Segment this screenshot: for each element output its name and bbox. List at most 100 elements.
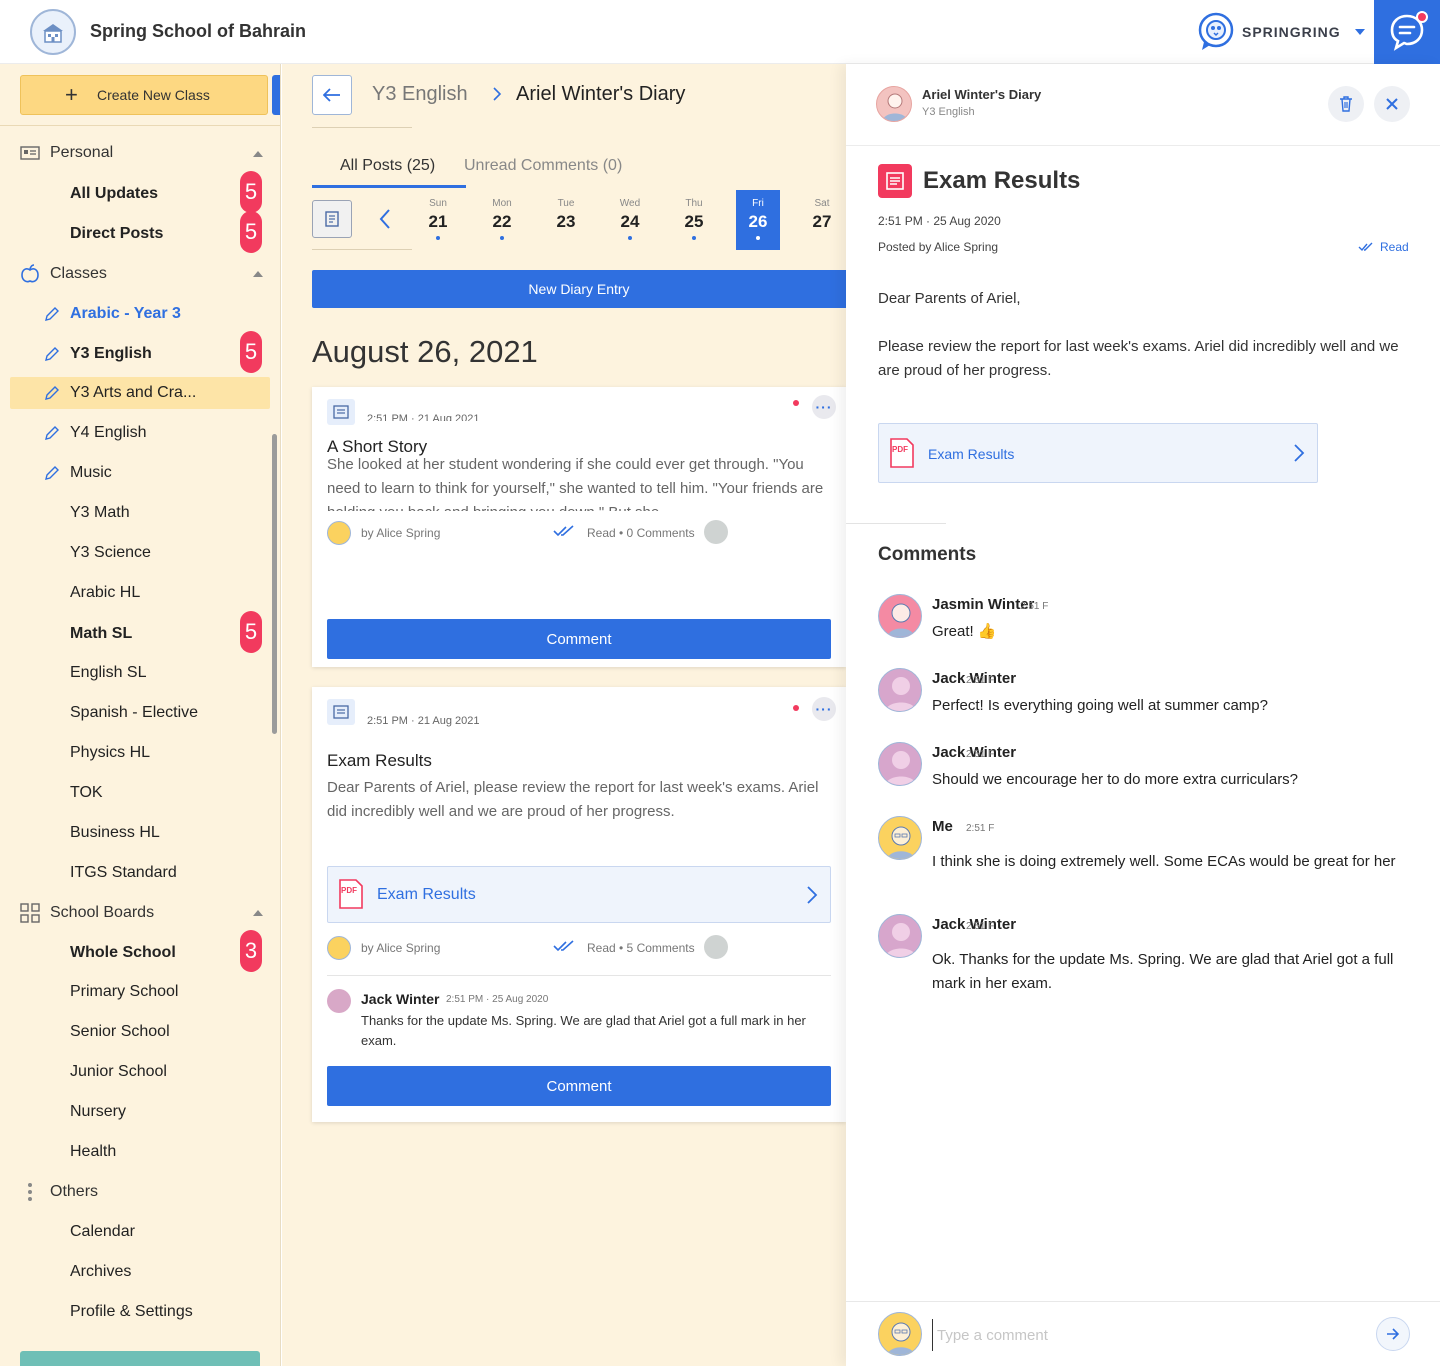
sidebar-item-arabic-hl[interactable]: Arabic HL — [10, 577, 270, 609]
commenter-avatar — [878, 816, 922, 860]
post-card[interactable]: 2:51 PM · 21 Aug 2021 ··· Exam Results D… — [312, 687, 846, 1122]
collapse-personal-icon[interactable] — [253, 151, 263, 157]
sidebar-item-all-updates[interactable]: All Updates — [10, 178, 270, 210]
sidebar-item-physics-hl[interactable]: Physics HL — [10, 737, 270, 769]
svg-text:PDF: PDF — [341, 886, 357, 895]
chevron-right-icon — [493, 87, 502, 101]
sidebar-item-y3-science[interactable]: Y3 Science — [10, 537, 270, 569]
school-building-icon — [43, 24, 63, 43]
create-options-button[interactable] — [272, 75, 280, 115]
section-classes-label: Classes — [50, 265, 107, 282]
sidebar-item-y3-english[interactable]: Y3 English — [10, 338, 270, 370]
day-name: Sat — [814, 198, 830, 209]
day-wed[interactable]: Wed 24 — [608, 190, 652, 250]
document-icon — [878, 164, 912, 198]
day-sun[interactable]: Sun 21 — [416, 190, 460, 250]
unread-badge: 5 — [240, 611, 262, 653]
sidebar-bottom-button[interactable] — [20, 1351, 260, 1366]
day-tue[interactable]: Tue 23 — [544, 190, 588, 250]
plus-icon: + — [65, 82, 78, 107]
breadcrumb-divider — [312, 127, 412, 128]
sidebar-item-label: Arabic HL — [70, 584, 141, 601]
delete-button[interactable] — [1328, 86, 1364, 122]
sidebar-item-health[interactable]: Health — [10, 1136, 270, 1168]
sidebar-item-y4-english[interactable]: Y4 English — [10, 417, 270, 449]
section-classes[interactable]: Classes — [20, 259, 107, 289]
comment-input[interactable] — [932, 1319, 1362, 1351]
sidebar-item-spanish-elective[interactable]: Spanish - Elective — [10, 697, 270, 729]
sidebar-item-y3-arts[interactable]: Y3 Arts and Cra... — [10, 377, 270, 409]
sidebar-item-nursery[interactable]: Nursery — [10, 1096, 270, 1128]
commenter-avatar — [878, 594, 922, 638]
create-new-class-button[interactable]: + Create New Class — [20, 75, 268, 115]
more-options-button[interactable]: ··· — [812, 697, 836, 721]
comments-divider — [846, 523, 946, 524]
notification-dot — [1416, 11, 1428, 23]
section-others[interactable]: Others — [20, 1177, 98, 1207]
comment-button[interactable]: Comment — [327, 619, 831, 659]
post-card[interactable]: 2:51 PM · 21 Aug 2021 ··· A Short Story … — [312, 387, 846, 667]
sidebar-item-archives[interactable]: Archives — [10, 1256, 270, 1288]
tab-unread-comments[interactable]: Unread Comments (0) — [464, 157, 622, 175]
sidebar-item-itgs-standard[interactable]: ITGS Standard — [10, 857, 270, 889]
svg-text:PDF: PDF — [892, 445, 908, 454]
send-button[interactable] — [1376, 1317, 1410, 1351]
chevron-right-icon — [807, 886, 818, 904]
comment-time: 2:51 F — [1020, 601, 1049, 612]
sidebar-item-label: Y3 Arts and Cra... — [70, 384, 197, 401]
section-school-boards-label: School Boards — [50, 904, 155, 921]
sidebar-scrollbar[interactable] — [272, 434, 277, 734]
new-diary-entry-button[interactable]: New Diary Entry — [312, 270, 846, 308]
read-comment-count[interactable]: Read • 5 Comments — [587, 941, 695, 955]
post-timestamp: 2:51 PM · 21 Aug 2021 — [367, 715, 480, 727]
sidebar-item-profile-settings[interactable]: Profile & Settings — [10, 1296, 270, 1328]
sidebar-item-label: Business HL — [70, 824, 160, 841]
sidebar-item-whole-school[interactable]: Whole School — [10, 937, 270, 969]
section-personal[interactable]: Personal — [20, 138, 113, 168]
day-fri-selected[interactable]: Fri 26 — [736, 190, 780, 250]
school-logo[interactable] — [30, 9, 76, 55]
read-label: Read — [1380, 240, 1409, 254]
calendar-view-button[interactable] — [312, 200, 352, 238]
day-number: 25 — [684, 212, 704, 231]
sidebar-item-english-sl[interactable]: English SL — [10, 657, 270, 689]
section-school-boards[interactable]: School Boards — [20, 898, 154, 928]
tab-all-posts[interactable]: All Posts (25) — [340, 157, 435, 175]
more-options-button[interactable]: ··· — [812, 395, 836, 419]
read-status[interactable]: Read — [1358, 240, 1409, 254]
day-mon[interactable]: Mon 22 — [480, 190, 524, 250]
breadcrumb-parent[interactable]: Y3 English — [372, 83, 468, 106]
messages-button[interactable] — [1374, 0, 1440, 64]
unread-dot — [793, 400, 799, 406]
sidebar-item-primary-school[interactable]: Primary School — [10, 976, 270, 1008]
collapse-classes-icon[interactable] — [253, 271, 263, 277]
back-button[interactable] — [312, 75, 352, 115]
sidebar-item-math-sl[interactable]: Math SL — [10, 618, 270, 650]
day-sat[interactable]: Sat 27 — [800, 190, 844, 250]
close-button[interactable] — [1374, 86, 1410, 122]
read-comment-count[interactable]: Read • 0 Comments — [587, 526, 695, 540]
double-check-icon — [553, 940, 574, 952]
sidebar-item-junior-school[interactable]: Junior School — [10, 1056, 270, 1088]
day-thu[interactable]: Thu 25 — [672, 190, 716, 250]
previous-week-icon[interactable] — [378, 208, 392, 230]
top-bar: Spring School of Bahrain SPRINGRING — [0, 0, 1440, 64]
sidebar-item-calendar[interactable]: Calendar — [10, 1216, 270, 1248]
collapse-boards-icon[interactable] — [253, 910, 263, 916]
sidebar-item-y3-math[interactable]: Y3 Math — [10, 497, 270, 529]
comments-title: Comments — [878, 544, 977, 565]
comment-button[interactable]: Comment — [327, 1066, 831, 1106]
commenter-avatar — [327, 989, 351, 1013]
post-heading: Exam Results — [923, 167, 1081, 194]
sidebar-item-business-hl[interactable]: Business HL — [10, 817, 270, 849]
sidebar-item-arabic-year-3[interactable]: Arabic - Year 3 — [10, 298, 270, 330]
brand-switcher[interactable]: SPRINGRING — [1196, 12, 1365, 52]
sidebar-item-tok[interactable]: TOK — [10, 777, 270, 809]
sidebar-item-music[interactable]: Music — [10, 457, 270, 489]
post-detail-panel: Ariel Winter's Diary Y3 English Exam Res… — [846, 64, 1440, 1366]
day-name: Sun — [429, 198, 447, 209]
attachment-card[interactable]: PDF Exam Results — [327, 866, 831, 923]
sidebar-item-direct-posts[interactable]: Direct Posts — [10, 218, 270, 250]
attachment-card[interactable]: PDF Exam Results — [878, 423, 1318, 483]
sidebar-item-senior-school[interactable]: Senior School — [10, 1016, 270, 1048]
